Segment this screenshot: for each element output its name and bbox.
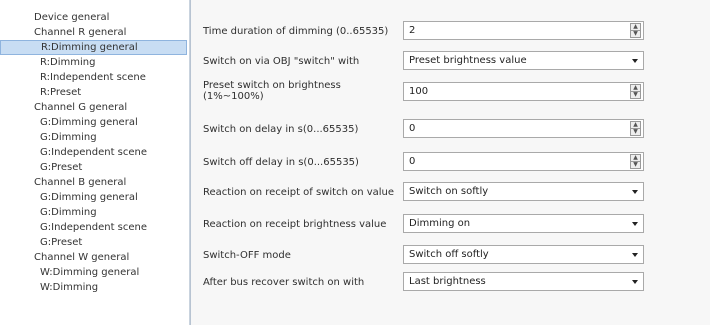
spin-buttons[interactable]: ▲ ▼	[630, 154, 641, 169]
parameter-label: Switch on delay in s(0...65535)	[203, 124, 359, 135]
spin-buttons[interactable]: ▲ ▼	[630, 84, 641, 99]
spin-buttons[interactable]: ▲ ▼	[630, 23, 641, 38]
spin-down-icon[interactable]: ▼	[631, 92, 640, 98]
selected-option: Switch off softly	[409, 249, 489, 260]
tree-item[interactable]: G:Dimming general	[0, 190, 189, 205]
chevron-down-icon[interactable]	[632, 222, 638, 226]
number-input[interactable]: 100 ▲ ▼	[403, 82, 644, 101]
tree-item[interactable]: W:Dimming	[0, 280, 189, 295]
parameter-label: Switch off delay in s(0...65535)	[203, 157, 359, 168]
tree-item[interactable]: R:Preset	[0, 85, 189, 100]
dropdown-select[interactable]: Switch on softly	[403, 182, 644, 201]
selected-option: Dimming on	[409, 218, 471, 229]
tree-item[interactable]: Device general	[0, 10, 189, 25]
tree-item[interactable]: G:Preset	[0, 235, 189, 250]
parameter-panel: Time duration of dimming (0..65535) 2 ▲ ▼ Sw…	[190, 0, 710, 325]
input-value: 2	[409, 25, 416, 36]
chevron-down-icon[interactable]	[632, 190, 638, 194]
tree-item[interactable]: G:Independent scene	[0, 145, 189, 160]
dropdown-select[interactable]: Last brightness	[403, 272, 644, 291]
tree-item[interactable]: R:Dimming	[0, 55, 189, 70]
parameter-label: Switch-OFF mode	[203, 250, 291, 261]
tree-item[interactable]: Channel R general	[0, 25, 189, 40]
tree-list: Device general Channel R general R:Dimming…	[0, 10, 189, 295]
parameter-label: Preset switch on brightness (1%~100%)	[203, 80, 341, 102]
spin-down-icon[interactable]: ▼	[631, 162, 640, 168]
parameter-label: After bus recover switch on with	[203, 277, 365, 288]
spin-down-icon[interactable]: ▼	[631, 31, 640, 37]
tree-item[interactable]: G:Independent scene	[0, 220, 189, 235]
parameter-label: Time duration of dimming (0..65535)	[203, 26, 389, 37]
parameter-label: Reaction on receipt of switch on value	[203, 187, 395, 198]
selected-option: Last brightness	[409, 276, 486, 287]
dropdown-select[interactable]: Switch off softly	[403, 245, 644, 264]
number-input[interactable]: 2 ▲ ▼	[403, 21, 644, 40]
tree-item[interactable]: R:Independent scene	[0, 70, 189, 85]
tree-item[interactable]: R:Dimming general	[0, 40, 187, 55]
tree-item[interactable]: Channel G general	[0, 100, 189, 115]
input-value: 0	[409, 156, 416, 167]
tree-item[interactable]: W:Dimming general	[0, 265, 189, 280]
dropdown-select[interactable]: Dimming on	[403, 214, 644, 233]
chevron-down-icon[interactable]	[632, 59, 638, 63]
input-value: 100	[409, 86, 429, 97]
tree-item[interactable]: G:Dimming	[0, 130, 189, 145]
tree-item[interactable]: G:Dimming general	[0, 115, 189, 130]
chevron-down-icon[interactable]	[632, 280, 638, 284]
dropdown-select[interactable]: Preset brightness value	[403, 51, 644, 70]
tree-item[interactable]: G:Preset	[0, 160, 189, 175]
parameter-label: Reaction on receipt brightness value	[203, 219, 387, 230]
spin-buttons[interactable]: ▲ ▼	[630, 121, 641, 136]
tree-item[interactable]: Channel W general	[0, 250, 189, 265]
number-input[interactable]: 0 ▲ ▼	[403, 152, 644, 171]
number-input[interactable]: 0 ▲ ▼	[403, 119, 644, 138]
input-value: 0	[409, 123, 416, 134]
tree-item[interactable]: G:Dimming	[0, 205, 189, 220]
selected-option: Switch on softly	[409, 186, 489, 197]
selected-option: Preset brightness value	[409, 55, 527, 66]
tree-item[interactable]: Channel B general	[0, 175, 189, 190]
parameter-tree: Device general Channel R general R:Dimming…	[0, 0, 190, 325]
parameter-label: Switch on via OBJ "switch" with	[203, 56, 360, 67]
spin-down-icon[interactable]: ▼	[631, 129, 640, 135]
chevron-down-icon[interactable]	[632, 253, 638, 257]
